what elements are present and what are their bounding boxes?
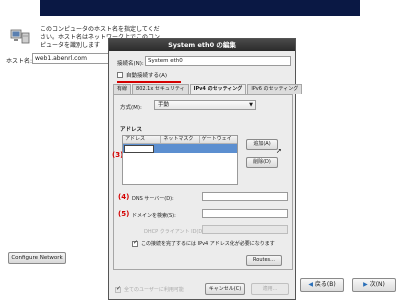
- chevron-down-icon: ▼: [249, 102, 253, 108]
- all-users-label: 全てのユーザーに利用可能: [124, 287, 184, 293]
- cancel-button[interactable]: キャンセル(C): [205, 283, 245, 295]
- dns-servers-label: DNS サーバー(D):: [132, 196, 174, 202]
- dhcp-client-id-input: [202, 225, 288, 234]
- top-banner: [40, 0, 360, 16]
- back-label: 戻る(B): [314, 281, 336, 288]
- address-cell-editor[interactable]: [124, 145, 154, 153]
- table-row[interactable]: [123, 144, 237, 153]
- auto-connect-checkbox[interactable]: [117, 72, 123, 78]
- back-button[interactable]: ◀ 戻る(B): [300, 278, 344, 292]
- computer-network-icon: [10, 29, 30, 44]
- all-users-row: 全てのユーザーに利用可能: [115, 285, 184, 293]
- tab-8021x-security[interactable]: 802.1x セキュリティ: [132, 84, 189, 94]
- search-domains-input[interactable]: [202, 209, 288, 218]
- column-header-address[interactable]: アドレス: [123, 136, 162, 143]
- connection-name-label: 接続名(N):: [117, 61, 144, 67]
- dialog-button-row: 全てのユーザーに利用可能 キャンセル(C) 適用...: [113, 283, 293, 297]
- annotation-underline: [117, 81, 181, 83]
- dns-servers-input[interactable]: [202, 192, 288, 201]
- back-arrow-icon: ◀: [308, 281, 313, 288]
- column-header-gateway[interactable]: ゲートウェイ: [200, 136, 237, 143]
- method-select[interactable]: 手動 ▼: [154, 100, 256, 110]
- all-users-checkbox: [115, 285, 121, 293]
- annotation-mark-4: (4): [118, 193, 130, 201]
- require-ipv4-label: この接続を完了するには IPv4 アドレス化が必要になります: [141, 241, 275, 247]
- next-button[interactable]: ▶ 次(N): [352, 278, 396, 292]
- annotation-mark-5: (5): [118, 210, 130, 218]
- tab-ipv6-settings[interactable]: IPv6 のセッティング: [247, 84, 303, 94]
- next-arrow-icon: ▶: [363, 281, 368, 288]
- add-address-button[interactable]: 追加(A): [246, 139, 278, 150]
- hostname-label: ホスト名:: [6, 58, 33, 65]
- tab-wired[interactable]: 有線: [113, 84, 132, 94]
- ipv4-settings-panel: 方式(M): 手動 ▼ アドレス (3) アドレス ネットマスク ゲートウェイ …: [112, 94, 293, 270]
- configure-network-button[interactable]: Configure Network: [8, 252, 66, 264]
- search-domains-label: ドメインを検索(S):: [132, 213, 176, 219]
- routes-button[interactable]: Routes...: [246, 255, 282, 266]
- require-ipv4-checkbox[interactable]: [132, 239, 138, 247]
- hostname-input[interactable]: web1.abenrl.com: [32, 53, 112, 64]
- dhcp-client-id-label: DHCP クライアント ID(D):: [144, 229, 206, 235]
- auto-connect-row[interactable]: 自動接続する(A): [117, 71, 167, 79]
- method-label: 方式(M):: [120, 105, 142, 111]
- addresses-table[interactable]: アドレス ネットマスク ゲートウェイ: [122, 135, 238, 185]
- apply-button[interactable]: 適用...: [251, 283, 289, 295]
- table-header: アドレス ネットマスク ゲートウェイ: [123, 136, 237, 144]
- addresses-title: アドレス: [120, 127, 143, 133]
- auto-connect-label: 自動接続する(A): [126, 73, 168, 79]
- mouse-pointer-icon: ➚: [276, 147, 282, 155]
- next-label: 次(N): [369, 281, 385, 288]
- require-ipv4-row[interactable]: この接続を完了するには IPv4 アドレス化が必要になります: [132, 239, 275, 247]
- delete-address-button[interactable]: 削除(D): [246, 157, 278, 168]
- edit-connection-dialog: System eth0 の編集 接続名(N): System eth0 自動接続…: [108, 38, 303, 300]
- connection-name-input[interactable]: System eth0: [145, 56, 291, 66]
- method-value: 手動: [158, 102, 170, 108]
- column-header-netmask[interactable]: ネットマスク: [161, 136, 200, 143]
- dialog-title: System eth0 の編集: [109, 39, 295, 51]
